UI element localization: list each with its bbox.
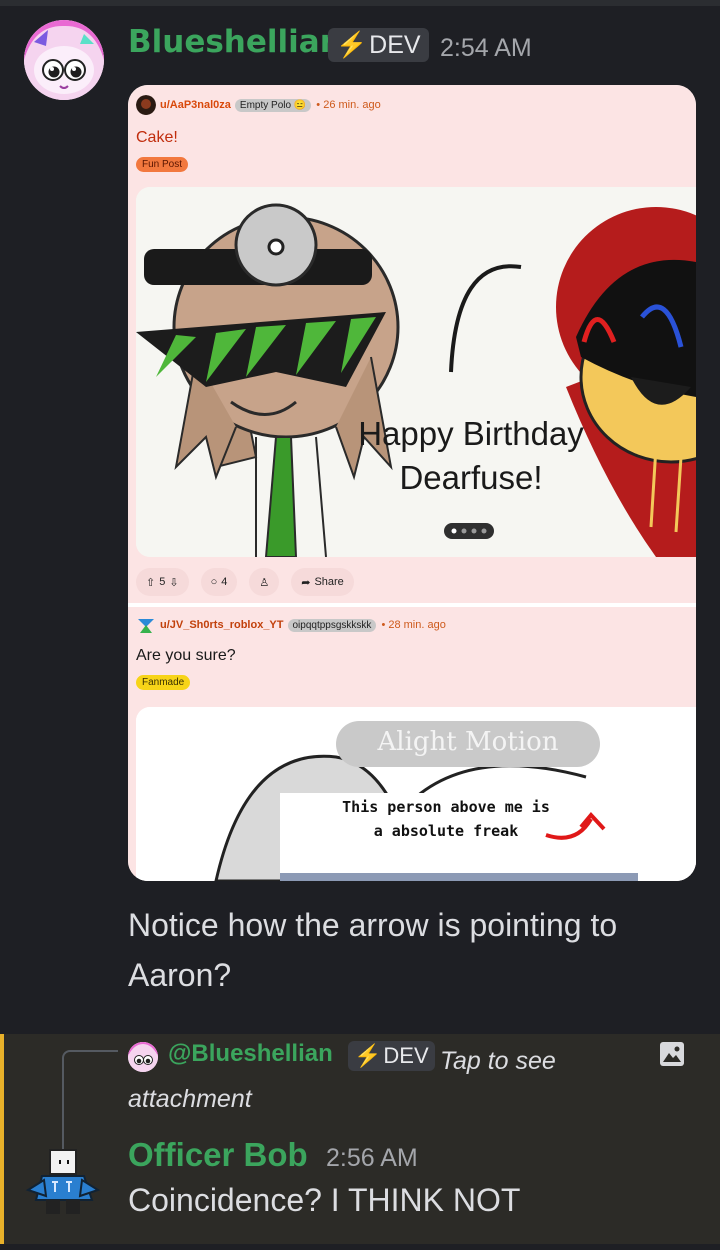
reddit-post-are-you-sure: u/JV_Sh0rts_roblox_YT oipqqtppsgskkskk •… bbox=[128, 607, 696, 881]
dev-tag-label: DEV bbox=[369, 30, 421, 59]
message-text: Notice how the arrow is pointing to Aaro… bbox=[128, 907, 618, 993]
post-image: Happy Birthday Dearfuse! bbox=[136, 187, 696, 557]
image-icon[interactable] bbox=[658, 1040, 686, 1068]
post-actions: ⇧ 5 ⇩ ○ 4 ♙ ➦ Share bbox=[136, 567, 354, 597]
dev-tag: ⚡ DEV bbox=[328, 28, 429, 62]
post-flair: Fanmade bbox=[136, 675, 191, 690]
post-image: Alight Motion This person above me is a … bbox=[136, 707, 696, 881]
user-flair: oipqqtppsgskkskk bbox=[287, 618, 377, 632]
user-avatar-icon bbox=[136, 95, 156, 115]
author-name[interactable]: Officer Bob bbox=[128, 1136, 308, 1174]
post-image-caption: Happy Birthday Dearfuse! bbox=[358, 415, 584, 496]
message-blueshellian[interactable]: Blueshellian ⚡ DEV 2:54 AM u/AaP3nal0za … bbox=[0, 0, 720, 1030]
comment-icon: ○ bbox=[210, 576, 218, 588]
post-title: Cake! bbox=[136, 129, 178, 146]
watermark: Alight Motion bbox=[377, 727, 559, 757]
message-text: Coincidence? I THINK NOT bbox=[128, 1182, 521, 1218]
post-age: • 28 min. ago bbox=[381, 619, 446, 631]
post-title: Are you sure? bbox=[136, 647, 236, 664]
user-avatar-icon bbox=[136, 615, 156, 635]
post-flair: Fun Post bbox=[136, 157, 189, 172]
bolt-icon: ⚡ bbox=[336, 30, 368, 59]
share-icon: ➦ bbox=[301, 576, 311, 589]
share-button[interactable]: ➦ Share bbox=[291, 568, 354, 596]
comments-button[interactable]: ○ 4 bbox=[200, 568, 238, 596]
post-username: u/JV_Sh0rts_roblox_YT bbox=[160, 619, 284, 631]
vote-control[interactable]: ⇧ 5 ⇩ bbox=[136, 568, 189, 596]
upvote-count: 5 bbox=[159, 576, 166, 588]
message-officer-bob[interactable]: @Blueshellian ⚡ DEV Tap to see attachmen… bbox=[0, 1034, 720, 1244]
timestamp: 2:56 AM bbox=[326, 1144, 418, 1172]
upvote-icon[interactable]: ⇧ bbox=[146, 576, 155, 589]
author-name[interactable]: Blueshellian bbox=[128, 24, 342, 60]
reddit-post-cake: u/AaP3nal0za Empty Polo 😑 • 26 min. ago … bbox=[128, 85, 696, 603]
award-button[interactable]: ♙ bbox=[249, 568, 280, 596]
post-header: u/JV_Sh0rts_roblox_YT oipqqtppsgskkskk •… bbox=[136, 615, 446, 635]
award-icon: ♙ bbox=[259, 576, 270, 589]
share-label: Share bbox=[314, 576, 344, 588]
downvote-icon[interactable]: ⇩ bbox=[169, 576, 178, 589]
avatar[interactable] bbox=[24, 1140, 104, 1220]
user-flair: Empty Polo 😑 bbox=[234, 98, 312, 112]
comment-count: 4 bbox=[221, 576, 228, 588]
avatar[interactable] bbox=[24, 20, 104, 100]
post-username: u/AaP3nal0za bbox=[160, 99, 231, 111]
mention-highlight-bar bbox=[0, 1034, 4, 1244]
timestamp: 2:54 AM bbox=[440, 34, 532, 62]
post-header: u/AaP3nal0za Empty Polo 😑 • 26 min. ago bbox=[136, 95, 381, 115]
image-attachment[interactable]: u/AaP3nal0za Empty Polo 😑 • 26 min. ago … bbox=[128, 85, 696, 881]
reply-preview-text[interactable]: Tap to see attachment bbox=[128, 1042, 568, 1118]
post-image-caption: This person above me is a absolute freak bbox=[342, 798, 550, 840]
post-age: • 26 min. ago bbox=[316, 99, 381, 111]
